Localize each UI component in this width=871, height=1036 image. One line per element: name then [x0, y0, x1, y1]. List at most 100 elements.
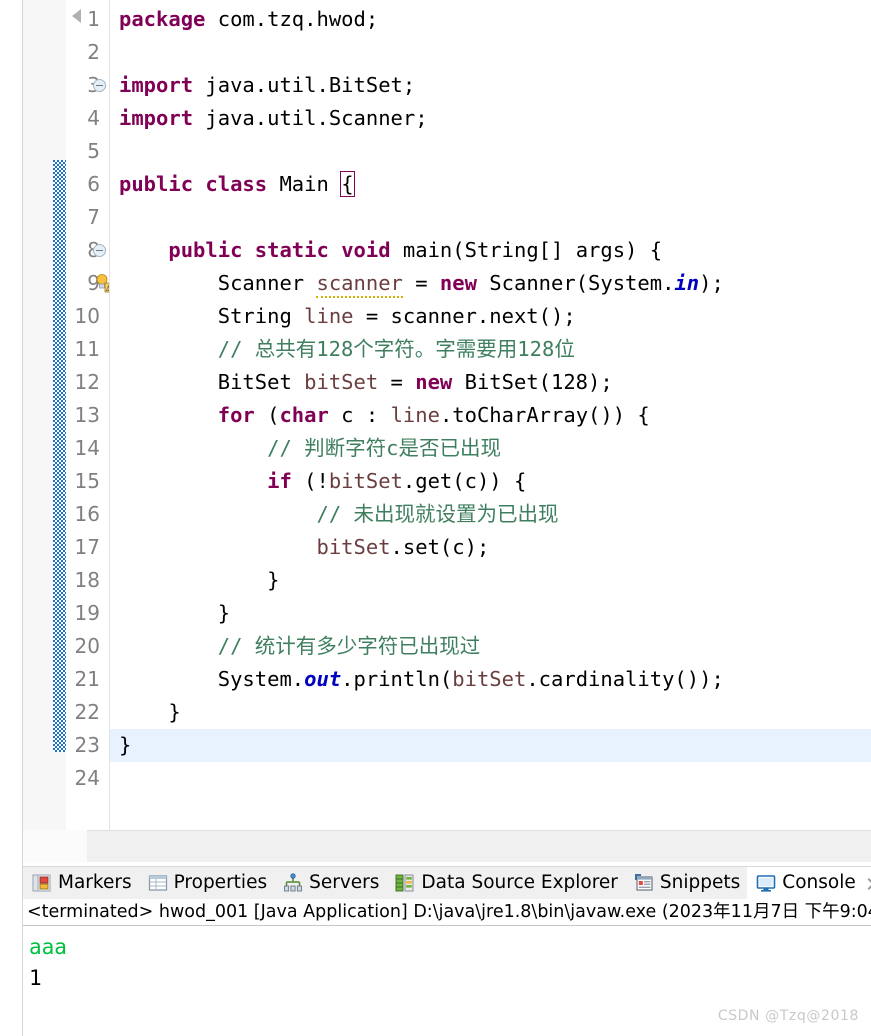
- tab-properties[interactable]: Properties: [139, 867, 275, 899]
- tab-label: Snippets: [659, 871, 741, 893]
- code-line[interactable]: [110, 201, 871, 234]
- code-token: );: [699, 271, 724, 295]
- code-token: bitSet: [304, 370, 379, 394]
- line-number: 5: [87, 139, 100, 163]
- code-line[interactable]: import java.util.BitSet;: [110, 69, 871, 102]
- code-line[interactable]: Scanner scanner = new Scanner(System.in)…: [110, 267, 871, 300]
- tab-servers[interactable]: Servers: [274, 867, 386, 899]
- code-line-content: for (char c : line.toCharArray()) {: [119, 399, 650, 432]
- tab-label: Data Source Explorer: [421, 871, 618, 893]
- code-token: public: [119, 172, 194, 196]
- code-editor[interactable]: 123456789101112131415161718192021222324 …: [0, 0, 871, 862]
- code-line-content: bitSet.set(c);: [119, 531, 489, 564]
- code-token: // 总共有128个字符。字需要用128位: [119, 337, 575, 361]
- code-token: .println(: [341, 667, 453, 691]
- code-token: in: [674, 271, 700, 295]
- code-line[interactable]: bitSet.set(c);: [110, 531, 871, 564]
- line-number: 10: [74, 304, 100, 328]
- code-line-content: // 统计有多少字符已出现过: [119, 630, 481, 663]
- code-line[interactable]: }: [110, 564, 871, 597]
- code-token: scanner: [316, 271, 403, 298]
- line-number: 22: [74, 700, 100, 724]
- editor-body: 123456789101112131415161718192021222324 …: [23, 0, 871, 862]
- code-line[interactable]: }: [110, 597, 871, 630]
- tab-data-source-explorer[interactable]: Data Source Explorer: [386, 867, 625, 899]
- code-token: // 判断字符c是否已出现: [119, 436, 501, 460]
- code-line-content: // 判断字符c是否已出现: [119, 432, 501, 465]
- code-line[interactable]: // 未出现就设置为已出现: [110, 498, 871, 531]
- code-token: main(String[] args) {: [390, 238, 663, 262]
- code-line-content: System.out.println(bitSet.cardinality())…: [119, 663, 724, 696]
- line-number: 21: [74, 667, 100, 691]
- code-line[interactable]: import java.util.Scanner;: [110, 102, 871, 135]
- tab-markers[interactable]: Markers: [23, 867, 139, 899]
- code-line-content: String line = scanner.next();: [119, 300, 576, 333]
- code-token: BitSet: [119, 370, 305, 394]
- code-line[interactable]: }: [110, 729, 871, 762]
- code-token: // 统计有多少字符已出现过: [119, 634, 481, 658]
- close-icon[interactable]: [865, 875, 871, 892]
- code-token: public: [168, 238, 243, 262]
- code-token: line: [390, 403, 440, 427]
- code-line[interactable]: [110, 762, 871, 795]
- code-line[interactable]: public static void main(String[] args) {: [110, 234, 871, 267]
- code-token: void: [341, 238, 391, 262]
- code-line[interactable]: BitSet bitSet = new BitSet(128);: [110, 366, 871, 399]
- line-number: 4: [87, 106, 100, 130]
- code-line[interactable]: // 统计有多少字符已出现过: [110, 630, 871, 663]
- code-line[interactable]: package com.tzq.hwod;: [110, 3, 871, 36]
- code-token: .toCharArray()) {: [439, 403, 650, 427]
- code-token: .cardinality());: [526, 667, 724, 691]
- servers-icon: [283, 873, 303, 893]
- code-line[interactable]: // 判断字符c是否已出现: [110, 432, 871, 465]
- code-line[interactable]: for (char c : line.toCharArray()) {: [110, 399, 871, 432]
- fold-collapse-icon[interactable]: [93, 244, 106, 257]
- code-token: =: [378, 370, 416, 394]
- code-token: Scanner: [119, 271, 317, 295]
- line-number: 7: [87, 205, 100, 229]
- code-line-content: public class Main {: [119, 168, 355, 201]
- code-token: package: [119, 7, 206, 31]
- code-line[interactable]: [110, 36, 871, 69]
- code-token: Main: [267, 172, 342, 196]
- code-token: Scanner(System.: [476, 271, 675, 295]
- code-token: line: [304, 304, 354, 328]
- scrollbar-corner: [23, 830, 87, 862]
- view-tab-bar[interactable]: Markers Properties Servers Data Source Expl…: [23, 866, 871, 899]
- line-number: 24: [74, 766, 100, 790]
- code-line-content: }: [119, 696, 180, 729]
- code-text-area[interactable]: package com.tzq.hwod; import java.util.Bi…: [110, 0, 871, 830]
- code-token: if: [267, 469, 292, 493]
- code-token: }: [119, 568, 280, 592]
- tab-label: Servers: [309, 871, 380, 893]
- code-line-content: import java.util.Scanner;: [119, 102, 428, 135]
- code-token: // 未出现就设置为已出现: [119, 502, 559, 526]
- editor-gutter[interactable]: 123456789101112131415161718192021222324: [66, 0, 114, 830]
- tab-snippets[interactable]: Snippets: [625, 867, 747, 899]
- editor-horizontal-scrollbar[interactable]: [23, 830, 871, 862]
- code-line[interactable]: if (!bitSet.get(c)) {: [110, 465, 871, 498]
- code-token: (: [254, 403, 280, 427]
- code-line[interactable]: [110, 135, 871, 168]
- code-line-content: }: [119, 729, 131, 762]
- code-line[interactable]: System.out.println(bitSet.cardinality())…: [110, 663, 871, 696]
- code-line[interactable]: String line = scanner.next();: [110, 300, 871, 333]
- console-line: 1: [29, 966, 42, 990]
- code-line[interactable]: public class Main {: [110, 168, 871, 201]
- code-token: com.tzq.hwod;: [205, 7, 379, 31]
- code-token: static: [254, 238, 329, 262]
- fold-collapse-icon[interactable]: [93, 79, 106, 92]
- scroll-left-arrow-icon[interactable]: [72, 9, 81, 23]
- code-line[interactable]: }: [110, 696, 871, 729]
- line-number: 19: [74, 601, 100, 625]
- code-line-content: // 未出现就设置为已出现: [119, 498, 559, 531]
- snippets-icon: [634, 873, 654, 893]
- code-line[interactable]: // 总共有128个字符。字需要用128位: [110, 333, 871, 366]
- tab-console[interactable]: Console: [747, 867, 871, 899]
- code-line-content: if (!bitSet.get(c)) {: [119, 465, 526, 498]
- line-number: 2: [87, 40, 100, 64]
- line-number: 17: [74, 535, 100, 559]
- tab-label: Properties: [173, 871, 268, 893]
